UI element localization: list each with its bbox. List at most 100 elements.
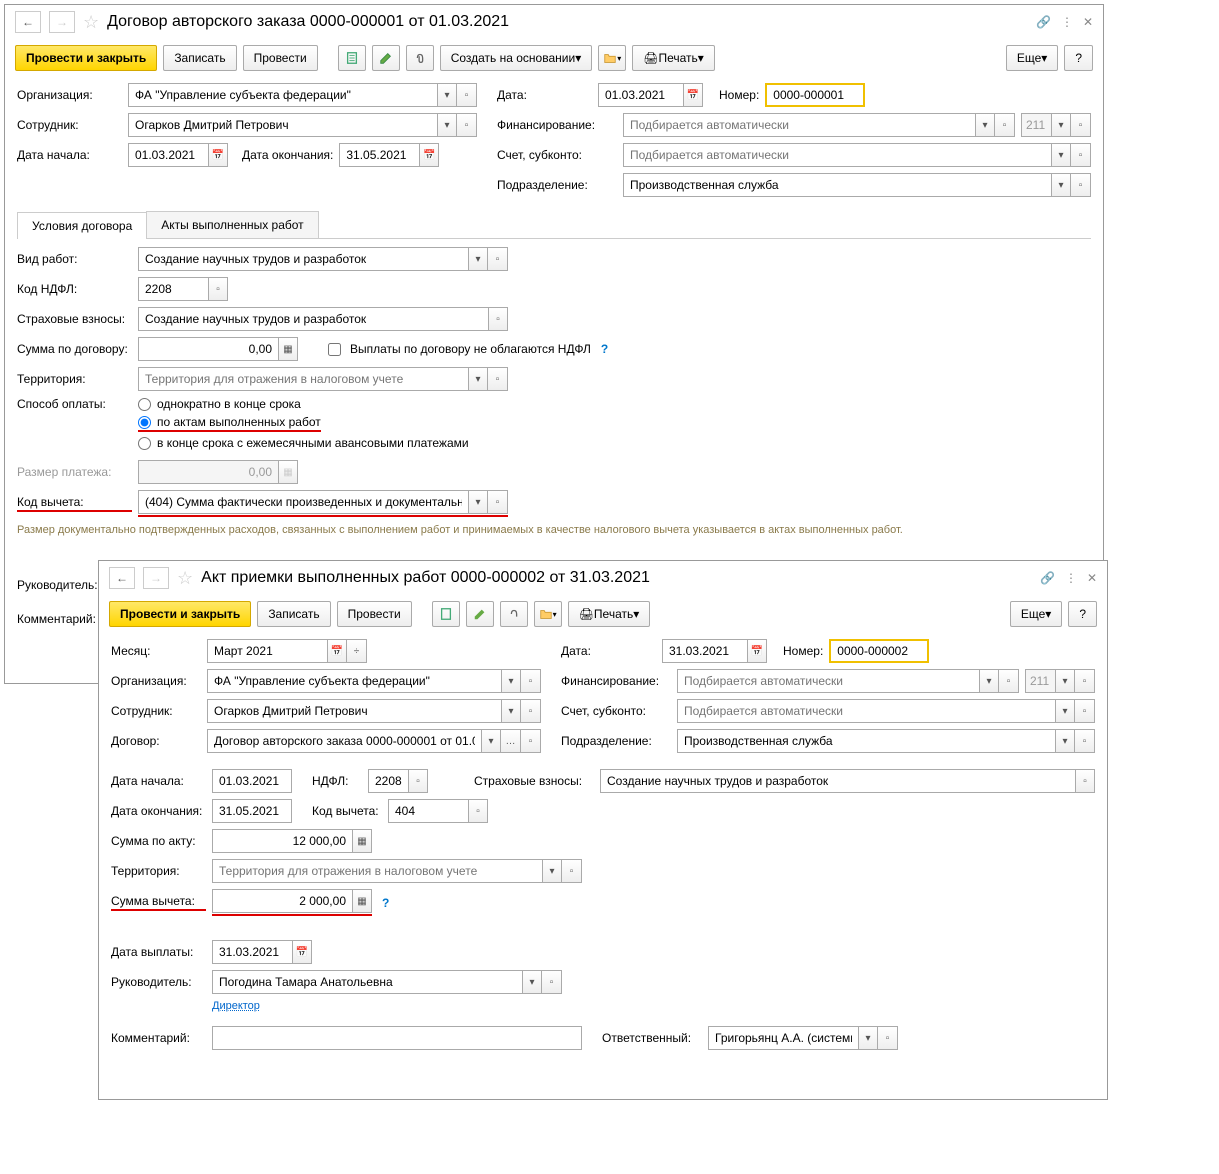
save-button[interactable]: Записать bbox=[257, 601, 330, 627]
contract-input[interactable] bbox=[207, 729, 481, 753]
tab-conditions[interactable]: Условия договора bbox=[17, 212, 147, 239]
folder-icon[interactable]: ▾ bbox=[598, 45, 626, 71]
worktype-input[interactable] bbox=[138, 247, 468, 271]
menu-icon[interactable]: ⋮ bbox=[1061, 15, 1073, 29]
account-input[interactable] bbox=[623, 143, 1051, 167]
insurance-input[interactable] bbox=[600, 769, 1075, 793]
calc-icon[interactable]: ▦ bbox=[352, 889, 372, 913]
edit-icon[interactable] bbox=[372, 45, 400, 71]
dept-input[interactable] bbox=[677, 729, 1055, 753]
tab-acts[interactable]: Акты выполненных работ bbox=[146, 211, 318, 238]
financing-input[interactable] bbox=[677, 669, 979, 693]
end-date-input[interactable] bbox=[212, 799, 292, 823]
dropdown-icon[interactable]: ▾ bbox=[522, 970, 542, 994]
month-input[interactable] bbox=[207, 639, 327, 663]
document-icon[interactable] bbox=[338, 45, 366, 71]
open-icon[interactable]: ▫ bbox=[999, 669, 1019, 693]
help-button[interactable]: ? bbox=[1068, 601, 1097, 627]
calc-icon[interactable]: ▦ bbox=[278, 337, 298, 361]
open-icon[interactable]: ▫ bbox=[878, 1026, 898, 1050]
attach-icon[interactable] bbox=[406, 45, 434, 71]
stepper-icon[interactable]: ÷ bbox=[347, 639, 367, 663]
org-input[interactable] bbox=[128, 83, 437, 107]
open-icon[interactable]: ▫ bbox=[1075, 669, 1095, 693]
favorite-star-icon[interactable]: ☆ bbox=[83, 12, 99, 33]
open-icon[interactable]: ▫ bbox=[1071, 173, 1091, 197]
print-button[interactable]: 🖨 Печать ▾ bbox=[568, 601, 651, 627]
ndfl-input[interactable] bbox=[368, 769, 408, 793]
open-icon[interactable]: ▫ bbox=[1071, 113, 1091, 137]
director-link[interactable]: Директор bbox=[212, 1000, 260, 1012]
open-icon[interactable]: ▫ bbox=[457, 83, 477, 107]
dropdown-icon[interactable]: ▾ bbox=[975, 113, 995, 137]
open-icon[interactable]: ▫ bbox=[542, 970, 562, 994]
dropdown-icon[interactable]: ▾ bbox=[1051, 173, 1071, 197]
open-icon[interactable]: ▫ bbox=[1075, 699, 1095, 723]
territory-input[interactable] bbox=[212, 859, 542, 883]
no-ndfl-checkbox[interactable]: Выплаты по договору не облагаются НДФЛ bbox=[324, 340, 591, 359]
dropdown-icon[interactable]: ▾ bbox=[1055, 729, 1075, 753]
open-icon[interactable]: ▫ bbox=[562, 859, 582, 883]
dept-input[interactable] bbox=[623, 173, 1051, 197]
territory-input[interactable] bbox=[138, 367, 468, 391]
act-sum-input[interactable] bbox=[212, 829, 352, 853]
open-icon[interactable]: ▫ bbox=[408, 769, 428, 793]
dropdown-icon[interactable]: ▾ bbox=[858, 1026, 878, 1050]
open-icon[interactable]: ▫ bbox=[521, 699, 541, 723]
close-icon[interactable]: ✕ bbox=[1087, 571, 1097, 585]
document-icon[interactable] bbox=[432, 601, 460, 627]
open-icon[interactable]: ▫ bbox=[1071, 143, 1091, 167]
dropdown-icon[interactable]: ▾ bbox=[468, 367, 488, 391]
open-icon[interactable]: ▫ bbox=[457, 113, 477, 137]
nav-back[interactable]: ← bbox=[109, 567, 135, 589]
end-date-input[interactable] bbox=[339, 143, 419, 167]
number-input[interactable] bbox=[829, 639, 929, 663]
dropdown-icon[interactable]: ▾ bbox=[1055, 669, 1075, 693]
open-icon[interactable]: ▫ bbox=[488, 307, 508, 331]
start-date-input[interactable] bbox=[212, 769, 292, 793]
help-icon[interactable]: ? bbox=[601, 342, 608, 356]
nav-forward[interactable]: → bbox=[49, 11, 75, 33]
post-close-button[interactable]: Провести и закрыть bbox=[15, 45, 157, 71]
manager-input[interactable] bbox=[212, 970, 522, 994]
save-button[interactable]: Записать bbox=[163, 45, 236, 71]
calendar-icon[interactable]: 📅 bbox=[683, 83, 703, 107]
ndfl-input[interactable] bbox=[138, 277, 208, 301]
date-input[interactable] bbox=[598, 83, 683, 107]
account-input[interactable] bbox=[677, 699, 1055, 723]
employee-input[interactable] bbox=[207, 699, 501, 723]
calendar-icon[interactable]: 📅 bbox=[747, 639, 767, 663]
employee-input[interactable] bbox=[128, 113, 437, 137]
attach-icon[interactable] bbox=[500, 601, 528, 627]
deduction-code-input[interactable] bbox=[388, 799, 468, 823]
open-icon[interactable]: ▫ bbox=[208, 277, 228, 301]
payment-opt2[interactable]: по актам выполненных работ bbox=[138, 415, 321, 432]
open-icon[interactable]: ▫ bbox=[488, 490, 508, 514]
more-icon[interactable]: … bbox=[501, 729, 521, 753]
calendar-icon[interactable]: 📅 bbox=[327, 639, 347, 663]
comment-input[interactable] bbox=[212, 1026, 582, 1050]
open-icon[interactable]: ▫ bbox=[488, 247, 508, 271]
payment-opt3[interactable]: в конце срока с ежемесячными авансовыми … bbox=[138, 436, 469, 450]
start-date-input[interactable] bbox=[128, 143, 208, 167]
nav-back[interactable]: ← bbox=[15, 11, 41, 33]
open-icon[interactable]: ▫ bbox=[1075, 729, 1095, 753]
calendar-icon[interactable]: 📅 bbox=[419, 143, 439, 167]
dropdown-icon[interactable]: ▾ bbox=[542, 859, 562, 883]
payment-opt1[interactable]: однократно в конце срока bbox=[138, 397, 469, 411]
deduction-sum-input[interactable] bbox=[212, 889, 352, 913]
help-icon[interactable]: ? bbox=[382, 896, 389, 910]
more-button[interactable]: Еще ▾ bbox=[1010, 601, 1062, 627]
dropdown-icon[interactable]: ▾ bbox=[501, 699, 521, 723]
dropdown-icon[interactable]: ▾ bbox=[501, 669, 521, 693]
calc-icon[interactable]: ▦ bbox=[352, 829, 372, 853]
insurance-input[interactable] bbox=[138, 307, 488, 331]
number-input[interactable] bbox=[765, 83, 865, 107]
calendar-icon[interactable]: 📅 bbox=[292, 940, 312, 964]
open-icon[interactable]: ▫ bbox=[995, 113, 1015, 137]
sum-input[interactable] bbox=[138, 337, 278, 361]
folder-icon[interactable]: ▾ bbox=[534, 601, 562, 627]
dropdown-icon[interactable]: ▾ bbox=[1051, 143, 1071, 167]
dropdown-icon[interactable]: ▾ bbox=[437, 83, 457, 107]
calendar-icon[interactable]: 📅 bbox=[208, 143, 228, 167]
